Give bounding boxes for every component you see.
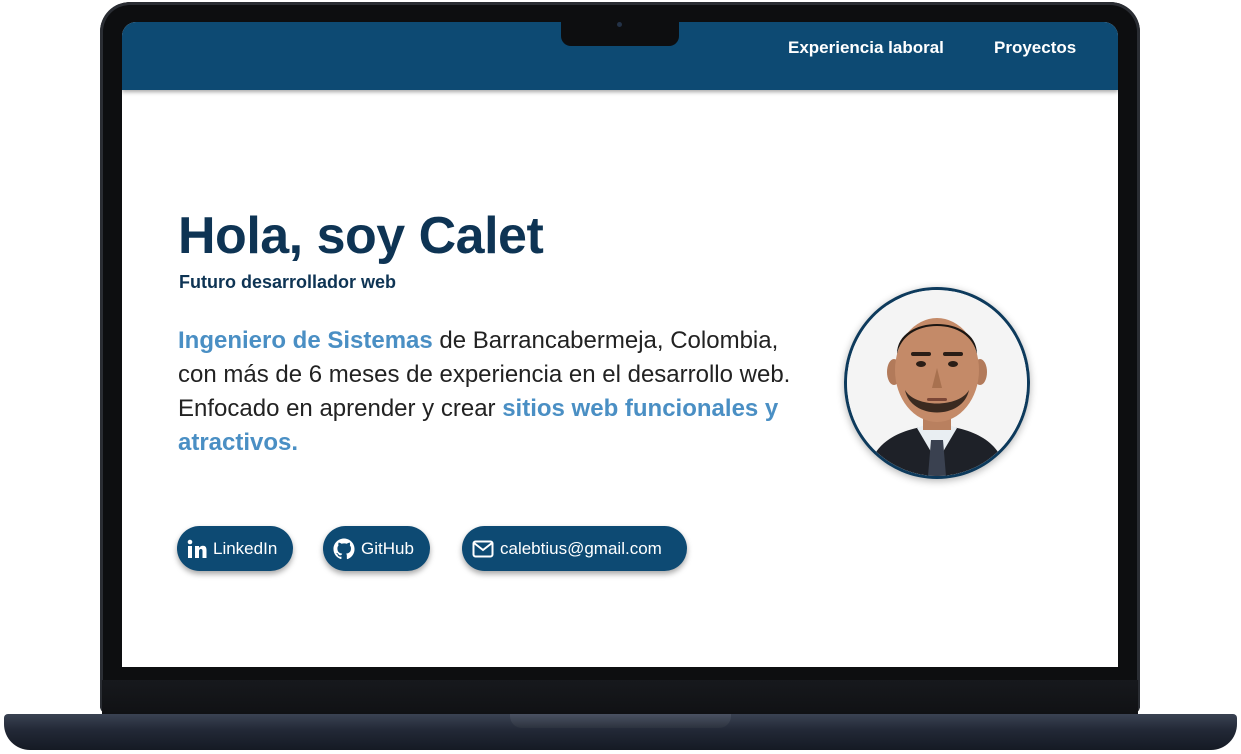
mail-icon [472, 540, 494, 558]
laptop-mockup: Experiencia laboral Proyectos Hola, soy … [0, 0, 1241, 754]
linkedin-icon [187, 539, 207, 559]
hero-subtitle: Futuro desarrollador web [179, 272, 397, 292]
github-label: GitHub [361, 538, 414, 558]
nav-link-experience[interactable]: Experiencia laboral [788, 38, 944, 58]
profile-photo-illustration [847, 290, 1027, 476]
linkedin-label: LinkedIn [213, 538, 278, 558]
hero-description: Ingeniero de Sistemas de Barrancabermeja… [178, 324, 798, 460]
laptop-screen: Experiencia laboral Proyectos Hola, soy … [122, 22, 1118, 667]
profile-photo [844, 287, 1030, 479]
email-button[interactable]: calebtius@gmail.com [462, 526, 687, 571]
highlight-role: Ingeniero de Sistemas [178, 327, 433, 354]
email-label: calebtius@gmail.com [500, 538, 662, 558]
github-button[interactable]: GitHub [323, 526, 430, 571]
camera-icon [617, 22, 622, 27]
laptop-opening-notch [510, 714, 731, 728]
github-icon [333, 537, 355, 560]
nav-link-projects[interactable]: Proyectos [994, 38, 1076, 58]
hero-title: Hola, soy Calet [178, 207, 544, 265]
linkedin-button[interactable]: LinkedIn [177, 526, 293, 571]
laptop-bezel-bottom [102, 680, 1138, 714]
